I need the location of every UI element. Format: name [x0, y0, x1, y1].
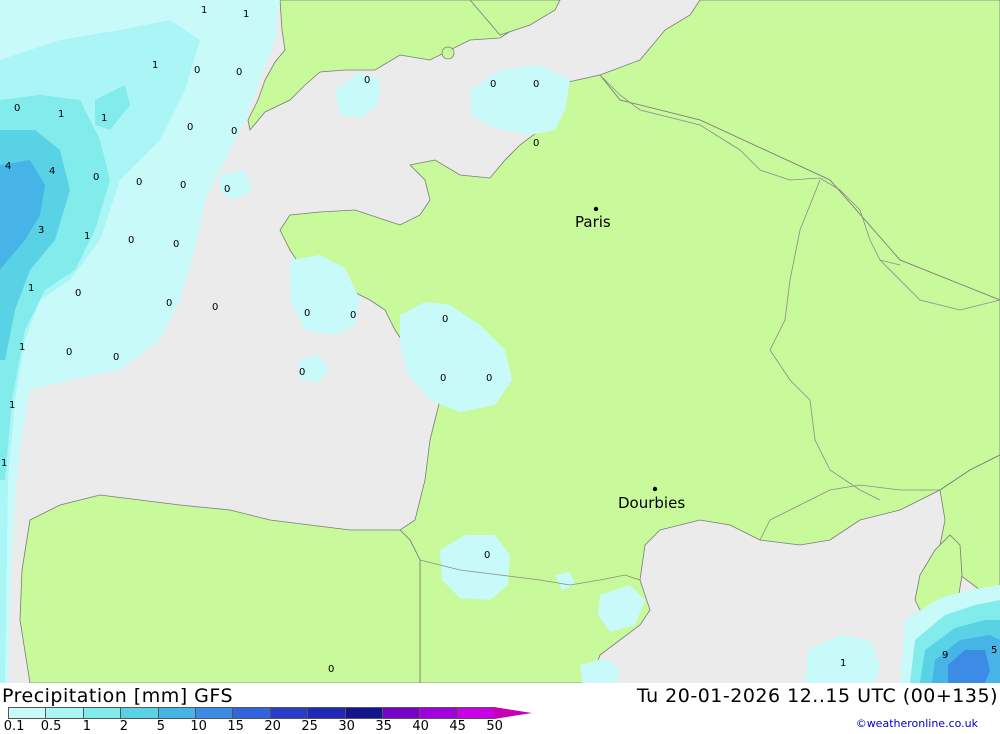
scale-swatch [419, 707, 457, 719]
grid-value: 0 [113, 352, 119, 363]
scale-label: 35 [375, 719, 392, 734]
grid-value: 9 [942, 650, 948, 661]
scale-swatch [120, 707, 158, 719]
scale-swatch [344, 707, 382, 719]
grid-value: 1 [840, 658, 846, 669]
scale-label: 15 [227, 719, 244, 734]
city-marker [593, 206, 599, 212]
color-scale-labels: 0.1 0.5 1 2 5 10 15 20 25 30 35 40 45 50 [0, 719, 520, 734]
grid-value: 4 [49, 166, 55, 177]
grid-value: 0 [236, 67, 242, 78]
scale-swatch [8, 707, 46, 719]
grid-value: 0 [224, 184, 230, 195]
city-label: Paris [575, 213, 611, 231]
scale-label: 1 [82, 719, 91, 734]
city-marker [652, 486, 658, 492]
scale-swatch [45, 707, 83, 719]
grid-value: 0 [364, 75, 370, 86]
grid-value: 1 [19, 342, 25, 353]
grid-value: 1 [28, 283, 34, 294]
scale-swatch [194, 707, 233, 719]
scale-label: 2 [119, 719, 128, 734]
scale-label: 50 [486, 719, 503, 734]
scale-swatch [381, 707, 420, 719]
grid-value: 0 [128, 235, 134, 246]
grid-value: 1 [1, 458, 7, 469]
run-info: Tu 20-01-2026 12..15 UTC (00+135) [636, 685, 998, 707]
grid-value: 0 [350, 310, 356, 321]
grid-value: 0 [173, 239, 179, 250]
grid-value: 0 [180, 180, 186, 191]
scale-label: 40 [412, 719, 429, 734]
grid-value: 0 [75, 288, 81, 299]
grid-value: 1 [152, 60, 158, 71]
scale-label: 30 [338, 719, 355, 734]
grid-value: 0 [533, 79, 539, 90]
scale-label: 45 [449, 719, 466, 734]
grid-value: 0 [212, 302, 218, 313]
grid-value: 1 [201, 5, 207, 16]
scale-label: 5 [156, 719, 165, 734]
precipitation-map: Paris Dourbies 1 1 1 0 0 0 1 1 0 0 0 0 0… [0, 0, 1000, 683]
legend-footer: Precipitation [mm] GFS Tu 20-01-2026 12.… [0, 683, 1000, 734]
scale-swatch [82, 707, 121, 719]
grid-value: 1 [58, 109, 64, 120]
grid-value: 3 [38, 225, 44, 236]
grid-value: 0 [299, 367, 305, 378]
scale-swatch [456, 707, 495, 719]
color-scale-arrow [494, 707, 533, 719]
grid-value: 0 [166, 298, 172, 309]
grid-value: 0 [304, 308, 310, 319]
grid-value: 0 [328, 664, 334, 675]
grid-value: 0 [194, 65, 200, 76]
land-island [441, 46, 455, 60]
legend-title: Precipitation [mm] GFS [2, 685, 234, 707]
grid-value: 0 [14, 103, 20, 114]
scale-label: 0.5 [40, 719, 62, 734]
scale-swatch [307, 707, 345, 719]
grid-value: 0 [484, 550, 490, 561]
scale-label: 20 [264, 719, 281, 734]
grid-value: 1 [243, 9, 249, 20]
grid-value: 5 [991, 645, 997, 656]
scale-label: 0.1 [3, 719, 25, 734]
grid-value: 0 [533, 138, 539, 149]
grid-value: 1 [101, 113, 107, 124]
scale-label: 25 [301, 719, 318, 734]
scale-swatch [232, 707, 270, 719]
scale-swatch [157, 707, 195, 719]
grid-value: 4 [5, 161, 11, 172]
color-scale [8, 707, 495, 719]
grid-value: 0 [66, 347, 72, 358]
grid-value: 0 [187, 122, 193, 133]
grid-value: 0 [442, 314, 448, 325]
city-label: Dourbies [618, 494, 685, 512]
grid-value: 1 [84, 231, 90, 242]
scale-label: 10 [190, 719, 207, 734]
grid-value: 0 [490, 79, 496, 90]
grid-value: 0 [93, 172, 99, 183]
grid-value: 0 [136, 177, 142, 188]
grid-value: 0 [440, 373, 446, 384]
grid-value: 1 [9, 400, 15, 411]
scale-swatch [269, 707, 308, 719]
grid-value: 0 [486, 373, 492, 384]
credit-link[interactable]: ©weatheronline.co.uk [856, 717, 978, 730]
grid-value: 0 [231, 126, 237, 137]
